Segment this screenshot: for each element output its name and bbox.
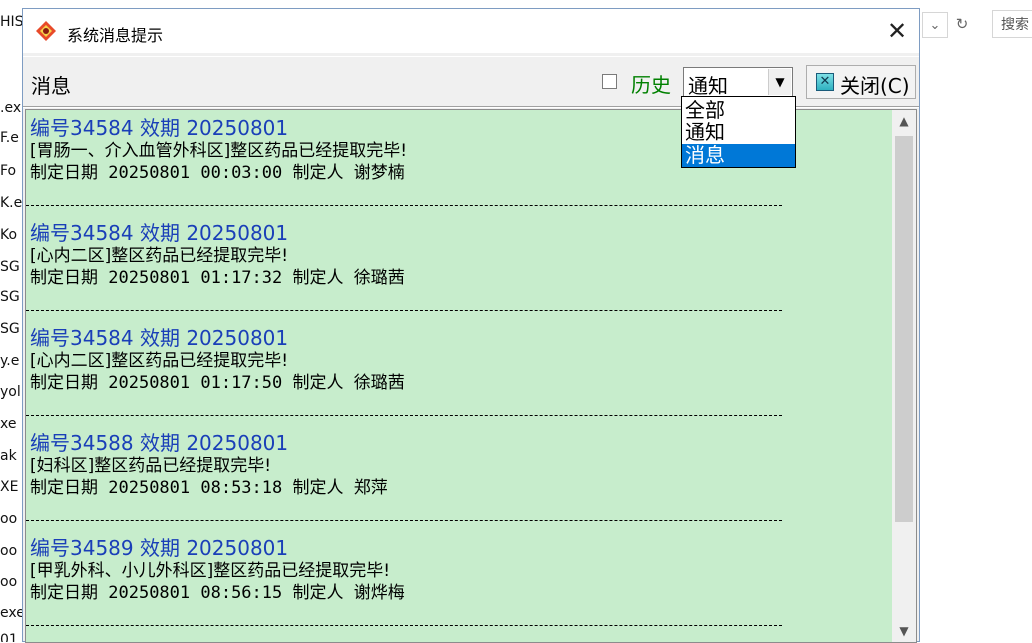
history-checkbox[interactable] <box>602 74 617 89</box>
filter-option-message[interactable]: 消息 <box>682 144 795 167</box>
background-row: K.e <box>0 195 23 211</box>
filter-dropdown-list: 全部 通知 消息 <box>681 96 796 168</box>
vertical-scrollbar[interactable]: ▲ ▼ <box>892 110 916 642</box>
message-header: 编号34584 效期 20250801 <box>30 221 289 245</box>
background-row: exe <box>0 605 24 621</box>
title-bar[interactable]: 系统消息提示 ✕ <box>23 9 919 53</box>
message-date: 20250801 01:17:50 <box>108 373 283 393</box>
message-meta: 制定日期 20250801 01:17:32 制定人 徐璐茜 <box>30 267 890 289</box>
message-divider <box>26 520 782 521</box>
background-row: y.e <box>0 353 20 369</box>
author-label: 制定人 <box>292 583 344 603</box>
author-label: 制定人 <box>292 478 344 498</box>
background-row: Fo <box>0 163 17 179</box>
message-body: [甲乳外科、小儿外科区]整区药品已经提取完毕! <box>30 561 391 581</box>
message-divider <box>26 625 782 626</box>
close-button-label: 关闭(C) <box>840 74 910 98</box>
date-label: 制定日期 <box>30 268 98 288</box>
refresh-icon[interactable]: ↻ <box>950 12 974 36</box>
scroll-up-icon[interactable]: ▲ <box>892 110 916 132</box>
message-date: 20250801 08:56:15 <box>108 583 283 603</box>
message-divider <box>26 310 782 311</box>
message-meta: 制定日期 20250801 08:56:15 制定人 谢烨梅 <box>30 582 890 604</box>
message-date: 20250801 00:03:00 <box>108 163 283 183</box>
message-meta: 制定日期 20250801 01:17:50 制定人 徐璐茜 <box>30 372 890 394</box>
message-meta: 制定日期 20250801 08:53:18 制定人 郑萍 <box>30 477 890 499</box>
history-label[interactable]: 历史 <box>631 69 671 98</box>
message-body: [心内二区]整区药品已经提取完毕! <box>30 246 289 266</box>
background-row: SG <box>0 321 20 337</box>
close-icon[interactable]: ✕ <box>881 15 913 47</box>
toolbar-label: 消息 <box>31 74 71 98</box>
scroll-down-icon[interactable]: ▼ <box>892 620 916 642</box>
date-label: 制定日期 <box>30 373 98 393</box>
author-label: 制定人 <box>292 268 344 288</box>
list-item[interactable]: 编号34584 效期 20250801 [心内二区]整区药品已经提取完毕! 制定… <box>30 221 890 289</box>
message-header: 编号34589 效期 20250801 <box>30 536 289 560</box>
background-row: yol <box>0 384 21 400</box>
author-label: 制定人 <box>292 373 344 393</box>
app-icon <box>36 21 56 41</box>
list-item[interactable]: 编号34584 效期 20250801 [心内二区]整区药品已经提取完毕! 制定… <box>30 326 890 394</box>
message-divider <box>26 205 782 206</box>
list-item[interactable]: 编号34588 效期 20250801 [妇科区]整区药品已经提取完毕! 制定日… <box>30 431 890 499</box>
message-header: 编号34588 效期 20250801 <box>30 431 289 455</box>
filter-option-notice[interactable]: 通知 <box>682 121 795 144</box>
background-row: F.e <box>0 130 19 146</box>
background-row: 01 <box>0 632 18 642</box>
message-list[interactable]: 编号34584 效期 20250801 [胃肠一、介入血管外科区]整区药品已经提… <box>25 109 917 643</box>
background-row: ak <box>0 448 17 464</box>
author-label: 制定人 <box>292 163 344 183</box>
list-item[interactable]: 编号34589 效期 20250801 [甲乳外科、小儿外科区]整区药品已经提取… <box>30 536 890 604</box>
background-row: HIS <box>0 14 24 30</box>
filter-select[interactable]: 通知 ▼ <box>683 67 793 98</box>
background-row: SG <box>0 259 20 275</box>
scroll-thumb[interactable] <box>895 136 913 522</box>
message-date: 20250801 01:17:32 <box>108 268 283 288</box>
address-history-chevron-icon[interactable]: ⌄ <box>922 12 948 38</box>
message-body: [心内二区]整区药品已经提取完毕! <box>30 351 289 371</box>
search-input[interactable]: 搜索 <box>992 10 1032 38</box>
background-row: XE <box>0 479 19 495</box>
background-row: .ex <box>0 100 22 116</box>
background-row: oo <box>0 511 18 527</box>
date-label: 制定日期 <box>30 583 98 603</box>
message-author: 徐璐茜 <box>353 268 405 288</box>
background-row: Ko <box>0 227 18 243</box>
filter-select-value: 通知 <box>688 74 728 98</box>
background-row: oo <box>0 543 18 559</box>
message-author: 谢梦楠 <box>353 163 405 183</box>
message-header: 编号34584 效期 20250801 <box>30 326 289 350</box>
message-author: 徐璐茜 <box>353 373 405 393</box>
date-label: 制定日期 <box>30 478 98 498</box>
dialog-title: 系统消息提示 <box>67 26 164 45</box>
filter-option-all[interactable]: 全部 <box>682 99 795 122</box>
close-box-icon: ✕ <box>816 73 834 91</box>
message-author: 谢烨梅 <box>353 583 405 603</box>
message-divider <box>26 415 782 416</box>
date-label: 制定日期 <box>30 163 98 183</box>
message-author: 郑萍 <box>353 478 388 498</box>
message-body: [妇科区]整区药品已经提取完毕! <box>30 456 272 476</box>
background-row: oo <box>0 574 18 590</box>
background-row: xe <box>0 416 17 432</box>
background-file-list: HIS .ex F.e Fo K.e Ko SG SG SG y.e yol x… <box>0 0 24 642</box>
message-date: 20250801 08:53:18 <box>108 478 283 498</box>
chevron-down-icon[interactable]: ▼ <box>768 69 791 95</box>
close-button[interactable]: ✕ 关闭(C) <box>806 65 916 99</box>
background-row: SG <box>0 289 20 305</box>
